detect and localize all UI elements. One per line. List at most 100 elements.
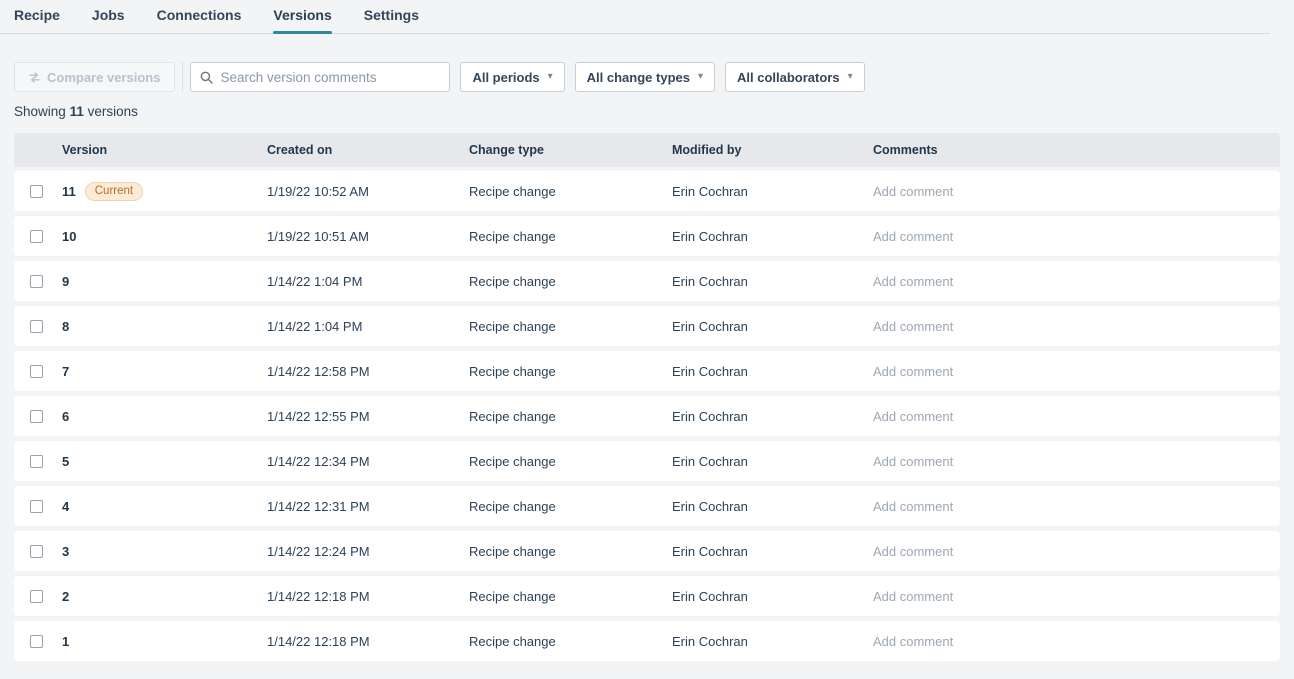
version-number: 5 bbox=[62, 454, 69, 469]
compare-icon bbox=[29, 72, 40, 83]
table-row: 10 1/19/22 10:51 AM Recipe change Erin C… bbox=[14, 216, 1280, 256]
table-row: 2 1/14/22 12:18 PM Recipe change Erin Co… bbox=[14, 576, 1280, 616]
modified-by: Erin Cochran bbox=[672, 184, 873, 199]
modified-by: Erin Cochran bbox=[672, 319, 873, 334]
row-checkbox[interactable] bbox=[30, 185, 43, 198]
modified-by: Erin Cochran bbox=[672, 499, 873, 514]
filter-all-change-types[interactable]: All change types ▾ bbox=[575, 62, 715, 92]
column-header-version: Version bbox=[62, 143, 267, 157]
row-checkbox[interactable] bbox=[30, 545, 43, 558]
modified-by: Erin Cochran bbox=[672, 634, 873, 649]
change-type: Recipe change bbox=[469, 499, 672, 514]
table-header-row: Version Created on Change type Modified … bbox=[14, 133, 1280, 167]
change-type: Recipe change bbox=[469, 409, 672, 424]
created-on: 1/19/22 10:52 AM bbox=[267, 184, 469, 199]
column-header-created-on: Created on bbox=[267, 143, 469, 157]
add-comment-button[interactable]: Add comment bbox=[873, 454, 953, 469]
add-comment-button[interactable]: Add comment bbox=[873, 274, 953, 289]
summary-prefix: Showing bbox=[14, 104, 66, 119]
change-type: Recipe change bbox=[469, 319, 672, 334]
modified-by: Erin Cochran bbox=[672, 589, 873, 604]
modified-by: Erin Cochran bbox=[672, 544, 873, 559]
created-on: 1/19/22 10:51 AM bbox=[267, 229, 469, 244]
search-input[interactable] bbox=[220, 70, 440, 85]
change-type: Recipe change bbox=[469, 364, 672, 379]
table-row: 6 1/14/22 12:55 PM Recipe change Erin Co… bbox=[14, 396, 1280, 436]
compare-versions-button[interactable]: Compare versions bbox=[14, 62, 175, 92]
change-type: Recipe change bbox=[469, 589, 672, 604]
tab-jobs[interactable]: Jobs bbox=[92, 0, 125, 33]
filter-all-periods-label: All periods bbox=[472, 70, 539, 85]
created-on: 1/14/22 12:31 PM bbox=[267, 499, 469, 514]
version-number: 7 bbox=[62, 364, 69, 379]
modified-by: Erin Cochran bbox=[672, 454, 873, 469]
table-row: 4 1/14/22 12:31 PM Recipe change Erin Co… bbox=[14, 486, 1280, 526]
add-comment-button[interactable]: Add comment bbox=[873, 364, 953, 379]
add-comment-button[interactable]: Add comment bbox=[873, 634, 953, 649]
search-box bbox=[190, 62, 450, 92]
created-on: 1/14/22 12:24 PM bbox=[267, 544, 469, 559]
table-body: 11 Current 1/19/22 10:52 AM Recipe chang… bbox=[14, 171, 1280, 661]
chevron-down-icon: ▾ bbox=[698, 72, 703, 82]
summary-suffix: versions bbox=[88, 104, 138, 119]
filter-all-periods[interactable]: All periods ▾ bbox=[460, 62, 564, 92]
filter-all-change-types-label: All change types bbox=[587, 70, 690, 85]
add-comment-button[interactable]: Add comment bbox=[873, 229, 953, 244]
row-checkbox[interactable] bbox=[30, 635, 43, 648]
row-checkbox[interactable] bbox=[30, 230, 43, 243]
modified-by: Erin Cochran bbox=[672, 229, 873, 244]
column-header-change-type: Change type bbox=[469, 143, 672, 157]
tab-recipe[interactable]: Recipe bbox=[14, 0, 60, 33]
table-row: 3 1/14/22 12:24 PM Recipe change Erin Co… bbox=[14, 531, 1280, 571]
created-on: 1/14/22 12:18 PM bbox=[267, 589, 469, 604]
current-badge: Current bbox=[85, 182, 143, 201]
change-type: Recipe change bbox=[469, 634, 672, 649]
table-row: 7 1/14/22 12:58 PM Recipe change Erin Co… bbox=[14, 351, 1280, 391]
modified-by: Erin Cochran bbox=[672, 274, 873, 289]
change-type: Recipe change bbox=[469, 184, 672, 199]
change-type: Recipe change bbox=[469, 454, 672, 469]
created-on: 1/14/22 12:58 PM bbox=[267, 364, 469, 379]
versions-toolbar: Compare versions All periods ▾ All chang… bbox=[14, 62, 1294, 92]
created-on: 1/14/22 12:34 PM bbox=[267, 454, 469, 469]
tab-bar: Recipe Jobs Connections Versions Setting… bbox=[0, 0, 1270, 34]
version-number: 3 bbox=[62, 544, 69, 559]
row-checkbox[interactable] bbox=[30, 410, 43, 423]
column-header-comments: Comments bbox=[873, 143, 1280, 157]
tab-settings[interactable]: Settings bbox=[364, 0, 419, 33]
versions-count-summary: Showing 11 versions bbox=[14, 104, 1294, 119]
filter-all-collaborators[interactable]: All collaborators ▾ bbox=[725, 62, 865, 92]
search-icon bbox=[200, 71, 213, 84]
modified-by: Erin Cochran bbox=[672, 364, 873, 379]
row-checkbox[interactable] bbox=[30, 455, 43, 468]
version-number: 11 bbox=[62, 184, 76, 199]
version-number: 8 bbox=[62, 319, 69, 334]
modified-by: Erin Cochran bbox=[672, 409, 873, 424]
row-checkbox[interactable] bbox=[30, 500, 43, 513]
chevron-down-icon: ▾ bbox=[848, 72, 853, 82]
row-checkbox[interactable] bbox=[30, 320, 43, 333]
created-on: 1/14/22 12:55 PM bbox=[267, 409, 469, 424]
table-row: 1 1/14/22 12:18 PM Recipe change Erin Co… bbox=[14, 621, 1280, 661]
version-number: 10 bbox=[62, 229, 76, 244]
add-comment-button[interactable]: Add comment bbox=[873, 409, 953, 424]
add-comment-button[interactable]: Add comment bbox=[873, 589, 953, 604]
table-row: 8 1/14/22 1:04 PM Recipe change Erin Coc… bbox=[14, 306, 1280, 346]
add-comment-button[interactable]: Add comment bbox=[873, 184, 953, 199]
add-comment-button[interactable]: Add comment bbox=[873, 544, 953, 559]
change-type: Recipe change bbox=[469, 544, 672, 559]
version-number: 4 bbox=[62, 499, 69, 514]
row-checkbox[interactable] bbox=[30, 365, 43, 378]
tab-versions[interactable]: Versions bbox=[273, 0, 331, 33]
add-comment-button[interactable]: Add comment bbox=[873, 319, 953, 334]
table-row: 9 1/14/22 1:04 PM Recipe change Erin Coc… bbox=[14, 261, 1280, 301]
add-comment-button[interactable]: Add comment bbox=[873, 499, 953, 514]
change-type: Recipe change bbox=[469, 274, 672, 289]
version-number: 9 bbox=[62, 274, 69, 289]
tab-connections[interactable]: Connections bbox=[157, 0, 242, 33]
version-number: 6 bbox=[62, 409, 69, 424]
column-header-modified-by: Modified by bbox=[672, 143, 873, 157]
version-number: 1 bbox=[62, 634, 69, 649]
row-checkbox[interactable] bbox=[30, 275, 43, 288]
row-checkbox[interactable] bbox=[30, 590, 43, 603]
